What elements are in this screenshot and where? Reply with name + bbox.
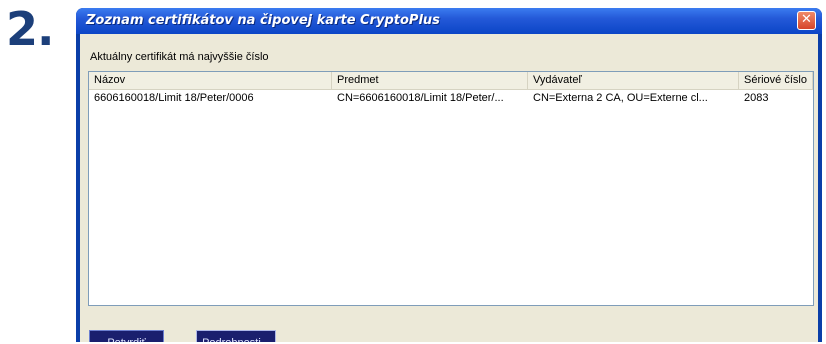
confirm-button[interactable]: Potvrdiť (89, 330, 164, 342)
window-title: Zoznam certifikátov na čipovej karte Cry… (86, 13, 440, 28)
certificate-list[interactable]: Názov Predmet Vydávateľ Sériové číslo 66… (88, 71, 814, 306)
step-number: 2. (6, 2, 54, 56)
cell-issuer: CN=Externa 2 CA, OU=Externe cl... (533, 92, 708, 104)
info-label: Aktuálny certifikát má najvyššie číslo (90, 51, 269, 63)
close-icon: ✕ (801, 12, 812, 27)
cell-subject: CN=6606160018/Limit 18/Peter/... (337, 92, 504, 104)
column-header-serial[interactable]: Sériové číslo (739, 72, 813, 89)
certificate-list-dialog: Zoznam certifikátov na čipovej karte Cry… (76, 8, 822, 342)
table-row[interactable]: 6606160018/Limit 18/Peter/0006 CN=660616… (89, 90, 813, 106)
title-bar[interactable]: Zoznam certifikátov na čipovej karte Cry… (76, 8, 822, 34)
cell-serial: 2083 (744, 92, 769, 104)
column-header-subject[interactable]: Predmet (332, 72, 528, 89)
column-header-name[interactable]: Názov (89, 72, 332, 89)
column-header-issuer[interactable]: Vydávateľ (528, 72, 739, 89)
details-button[interactable]: Podrobnosti... (196, 330, 276, 342)
dialog-body: Aktuálny certifikát má najvyššie číslo N… (80, 34, 818, 342)
list-header: Názov Predmet Vydávateľ Sériové číslo (89, 72, 813, 90)
cell-name: 6606160018/Limit 18/Peter/0006 (94, 92, 254, 104)
close-button[interactable]: ✕ (797, 11, 816, 30)
